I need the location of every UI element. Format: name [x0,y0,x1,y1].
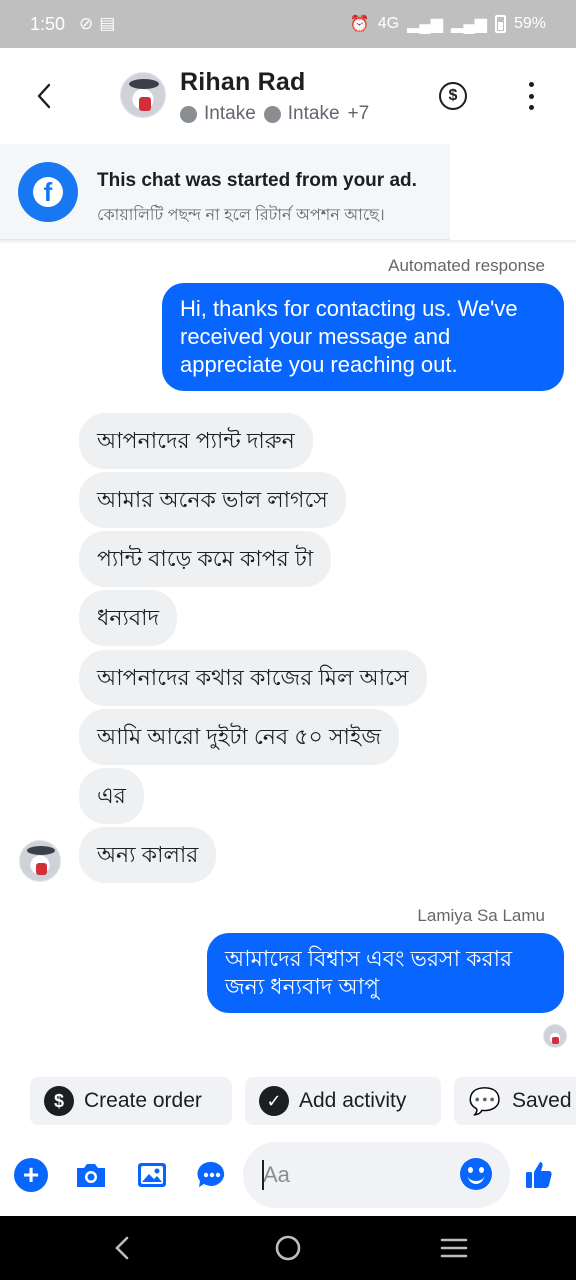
add-activity-label: Add activity [299,1089,407,1112]
label-1: Intake [204,103,256,124]
chat-bubbles-icon: 💬 [468,1085,502,1116]
seen-indicator-avatar [543,1024,567,1048]
camera-icon[interactable] [74,1158,108,1192]
contact-labels[interactable]: Intake Intake +7 [180,103,377,125]
more-labels-count: +7 [347,103,370,124]
incoming-message[interactable]: আপনাদের কথার কাজের মিল আসে [79,650,427,706]
more-dot [528,93,534,99]
label-dot-icon [263,105,281,123]
ad-banner-subtitle: কোয়ালিটি পছন্দ না হলে রিটার্ন অপশন আছে। [97,207,385,224]
data-saver-icon: ⊘ [79,14,94,33]
nav-recents-icon [440,1238,468,1258]
text-caret [262,1160,264,1190]
incoming-message[interactable]: আমি আরো দুইটা নেব ৫০ সাইজ [79,709,400,765]
check-circle-icon: ✓ [259,1086,289,1116]
chat-header: Rihan Rad Intake Intake +7 $ [0,48,576,144]
battery-icon [494,15,506,33]
sender-avatar[interactable] [19,840,61,882]
nav-home-button[interactable] [272,1232,304,1264]
emoji-icon[interactable] [460,1158,492,1190]
bubble-dots-glyph [197,1161,225,1187]
status-right-group: ⏰ 4G ▂▄▆ ▂▄▆ 59% [350,14,546,34]
like-icon[interactable] [522,1158,556,1192]
message-composer: + [0,1140,576,1216]
contact-name[interactable]: Rihan Rad [180,68,305,97]
nav-back-icon [115,1236,129,1260]
dollar-icon: $ [44,1086,74,1116]
dollar-icon: $ [448,87,458,104]
label-2: Intake [287,103,340,124]
thumbs-up-glyph [526,1162,552,1188]
nav-back-button[interactable] [106,1232,138,1264]
chat-options-icon[interactable] [195,1158,229,1192]
incoming-message[interactable]: ধন্যবাদ [79,590,178,646]
reply-sender-name: Lamiya Sa Lamu [417,906,545,925]
add-activity-button[interactable]: ✓ Add activity [245,1077,441,1125]
create-order-button[interactable]: $ Create order [30,1077,232,1125]
saved-label: Saved [512,1089,572,1112]
status-time: 1:50 [30,13,66,34]
incoming-message[interactable]: আপনাদের প্যান্ট দারুন [79,413,313,469]
nav-recents-button[interactable] [438,1232,470,1264]
ad-banner-title: This chat was started from your ad. [97,170,417,191]
payment-button[interactable]: $ [439,82,467,110]
create-order-label: Create order [84,1089,202,1112]
more-vertical-icon [528,82,534,87]
image-glyph [138,1163,166,1187]
back-button[interactable] [26,78,62,114]
alarm-icon: ⏰ [349,16,370,33]
battery-percent: 59% [513,15,546,32]
incoming-message[interactable]: আমার অনেক ভাল লাগসে [79,472,346,528]
facebook-logo-icon: f [18,162,78,222]
outgoing-message[interactable]: আমাদের বিশ্বাস এবং ভরসা করার জন্য ধন্যবা… [207,933,564,1013]
plus-icon[interactable]: + [14,1158,48,1192]
messenger-chat-screen: 1:50 ⊘ ▤ ⏰ 4G ▂▄▆ ▂▄▆ 59% Rihan Rad Inta… [0,0,576,1280]
ad-origin-banner[interactable]: f This chat was started from your ad. কো… [0,144,450,240]
incoming-message[interactable]: অন্য কালার [79,827,217,883]
status-bar: 1:50 ⊘ ▤ ⏰ 4G ▂▄▆ ▂▄▆ 59% [0,0,576,48]
sim-toolkit-icon: ▤ [99,14,116,33]
system-navigation-bar [0,1216,576,1280]
nav-home-icon [275,1235,301,1261]
signal-icon: ▂▄▆ [407,16,444,33]
divider [0,240,576,244]
automated-response-label: Automated response [388,256,545,275]
outgoing-message-automated[interactable]: Hi, thanks for contacting us. We've rece… [162,283,564,391]
chevron-left-icon [37,83,51,109]
gallery-icon[interactable] [135,1158,169,1192]
camera-glyph [77,1164,105,1187]
facebook-f-glyph: f [33,177,63,207]
contact-avatar[interactable] [120,72,166,118]
saved-replies-button[interactable]: 💬 Saved [454,1077,576,1125]
signal-icon-2: ▂▄▆ [451,16,487,33]
label-dot-icon [180,105,197,123]
network-type: 4G [377,15,400,32]
more-options-button[interactable] [522,82,540,110]
incoming-message[interactable]: এর [79,768,144,824]
quick-actions-row: $ Create order ✓ Add activity 💬 Saved [30,1077,576,1125]
incoming-message[interactable]: প্যান্ট বাড়ে কমে কাপর টা [79,531,332,587]
more-dot [528,105,534,110]
